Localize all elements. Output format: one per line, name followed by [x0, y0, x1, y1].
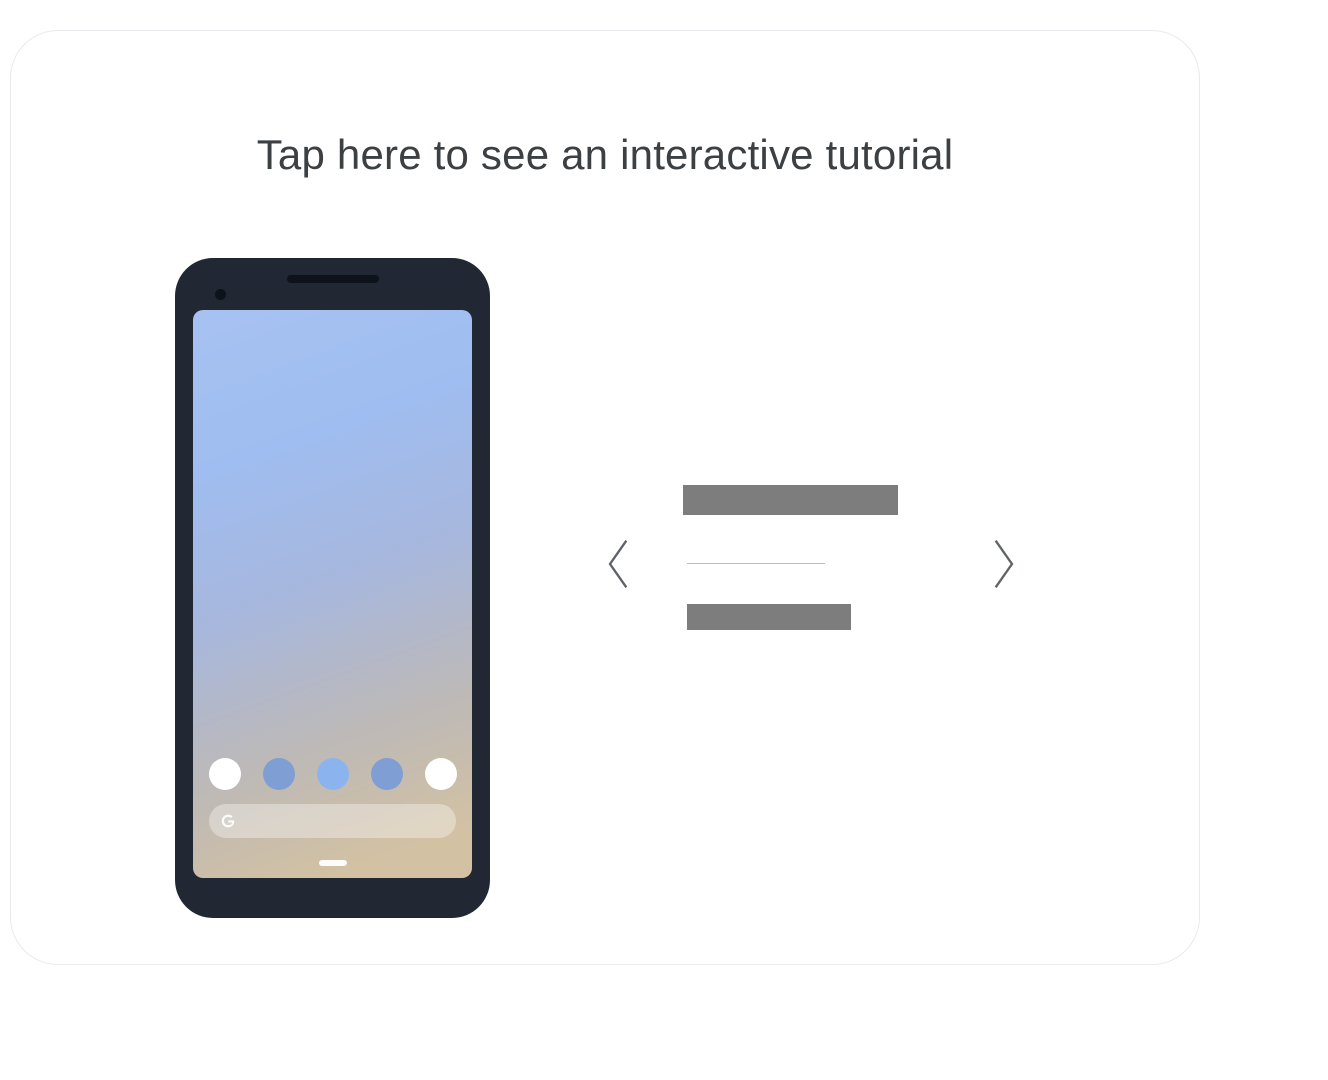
- placeholder-bar-2: [687, 604, 851, 630]
- phone-speaker: [287, 275, 379, 283]
- phone-front-camera: [215, 289, 226, 300]
- placeholder-bar-1: [683, 485, 898, 515]
- dock-app-2: [263, 758, 295, 790]
- dock-app-4: [371, 758, 403, 790]
- google-g-icon: [219, 812, 237, 830]
- tutorial-card[interactable]: Tap here to see an interactive tutorial: [10, 30, 1200, 965]
- dock-app-5: [425, 758, 457, 790]
- phone-illustration: [175, 258, 490, 918]
- chevron-left-icon: [603, 536, 631, 592]
- prev-arrow[interactable]: [603, 536, 631, 592]
- dock-app-3: [317, 758, 349, 790]
- text-placeholder-block: [683, 485, 898, 630]
- phone-dock: [193, 758, 472, 790]
- next-arrow[interactable]: [991, 536, 1019, 592]
- placeholder-divider: [687, 563, 825, 564]
- phone-screen: [193, 310, 472, 878]
- headline-text: Tap here to see an interactive tutorial: [11, 131, 1199, 179]
- chevron-right-icon: [991, 536, 1019, 592]
- dock-app-1: [209, 758, 241, 790]
- phone-home-indicator: [319, 860, 347, 866]
- phone-search-bar: [209, 804, 456, 838]
